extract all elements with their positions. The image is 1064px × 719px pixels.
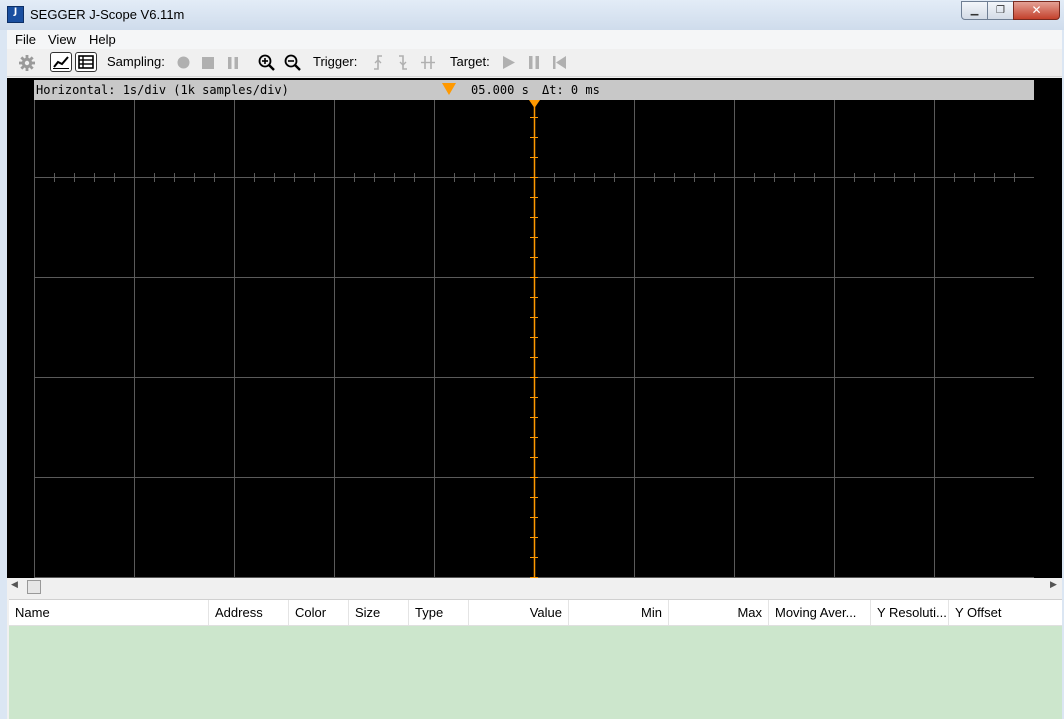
client-area: File View Help Sampling: Trigger: Target… — [7, 30, 1062, 719]
target-restart-button[interactable] — [552, 49, 566, 76]
pause-icon — [529, 56, 539, 69]
column-header-y-resolution[interactable]: Y Resoluti... — [871, 600, 949, 625]
minimize-icon: ▁ — [970, 5, 979, 16]
column-header-moving-average[interactable]: Moving Aver... — [769, 600, 871, 625]
chart-view-toggle[interactable] — [50, 52, 72, 72]
pause-icon — [228, 56, 238, 69]
time-position-value: 05.000 s — [471, 83, 529, 97]
menu-help[interactable]: Help — [89, 32, 116, 47]
horizontal-scale-label: Horizontal: 1s/div (1k samples/div) — [36, 83, 289, 97]
delta-time-label: Δt: 0 ms — [542, 83, 600, 97]
close-icon: ✕ — [1031, 3, 1042, 17]
zoom-out-icon — [284, 54, 301, 71]
restart-icon — [552, 56, 566, 69]
toolbar: Sampling: Trigger: Target: — [7, 49, 1062, 77]
column-header-y-offset[interactable]: Y Offset — [949, 600, 1062, 625]
table-view-icon — [78, 55, 94, 69]
target-label: Target: — [450, 54, 490, 69]
scope-plot[interactable] — [34, 100, 1034, 578]
trigger-both-button[interactable] — [419, 49, 437, 76]
record-icon — [177, 56, 189, 69]
zoom-in-icon — [258, 54, 275, 71]
settings-button[interactable] — [17, 49, 37, 76]
gear-icon — [19, 54, 35, 71]
trigger-falling-icon — [399, 55, 407, 70]
stop-button[interactable] — [200, 49, 216, 76]
jscope-app-icon: J — [7, 6, 24, 23]
menu-bar: File View Help — [7, 30, 1062, 49]
table-view-toggle[interactable] — [75, 52, 97, 72]
trigger-both-icon — [421, 56, 435, 69]
play-icon — [503, 56, 515, 69]
title-bar: J SEGGER J-Scope V6.11m ▁ ❐ ✕ — [0, 0, 1064, 30]
sampling-pause-button[interactable] — [225, 49, 241, 76]
column-header-color[interactable]: Color — [289, 600, 349, 625]
column-header-name[interactable]: Name — [9, 600, 209, 625]
column-header-value[interactable]: Value — [469, 600, 569, 625]
scope-display[interactable]: Horizontal: 1s/div (1k samples/div) 05.0… — [7, 78, 1062, 578]
menu-view[interactable]: View — [48, 32, 76, 47]
sampling-label: Sampling: — [107, 54, 165, 69]
scroll-right-icon[interactable]: ▶ — [1050, 580, 1057, 590]
variables-table[interactable]: Name Address Color Size Type Value Min M… — [9, 599, 1062, 719]
trigger-falling-button[interactable] — [396, 49, 410, 76]
record-button[interactable] — [175, 49, 191, 76]
zoom-out-button[interactable] — [283, 49, 301, 76]
horizontal-info-bar: Horizontal: 1s/div (1k samples/div) 05.0… — [34, 80, 1034, 100]
chart-view-icon — [53, 56, 69, 69]
column-header-size[interactable]: Size — [349, 600, 409, 625]
time-cursor-head[interactable] — [529, 100, 540, 108]
minimize-button[interactable]: ▁ — [961, 1, 988, 20]
close-button[interactable]: ✕ — [1013, 1, 1060, 20]
window-title: SEGGER J-Scope V6.11m — [30, 7, 185, 22]
scrollbar-thumb[interactable] — [27, 580, 41, 594]
time-cursor-marker-icon[interactable] — [442, 83, 456, 95]
horizontal-scrollbar[interactable]: ◀ ▶ — [7, 578, 1062, 596]
column-header-max[interactable]: Max — [669, 600, 769, 625]
trigger-label: Trigger: — [313, 54, 358, 69]
trigger-rising-button[interactable] — [371, 49, 385, 76]
stop-icon — [202, 56, 214, 69]
target-pause-button[interactable] — [527, 49, 541, 76]
column-header-address[interactable]: Address — [209, 600, 289, 625]
app-icon-label: J — [13, 7, 18, 17]
zoom-in-button[interactable] — [257, 49, 275, 76]
maximize-icon: ❐ — [996, 5, 1005, 16]
column-header-min[interactable]: Min — [569, 600, 669, 625]
maximize-button[interactable]: ❐ — [987, 1, 1014, 20]
menu-file[interactable]: File — [15, 32, 36, 47]
scroll-left-icon[interactable]: ◀ — [11, 580, 18, 590]
table-header: Name Address Color Size Type Value Min M… — [9, 599, 1062, 626]
column-header-type[interactable]: Type — [409, 600, 469, 625]
trigger-rising-icon — [374, 55, 382, 70]
target-play-button[interactable] — [502, 49, 516, 76]
